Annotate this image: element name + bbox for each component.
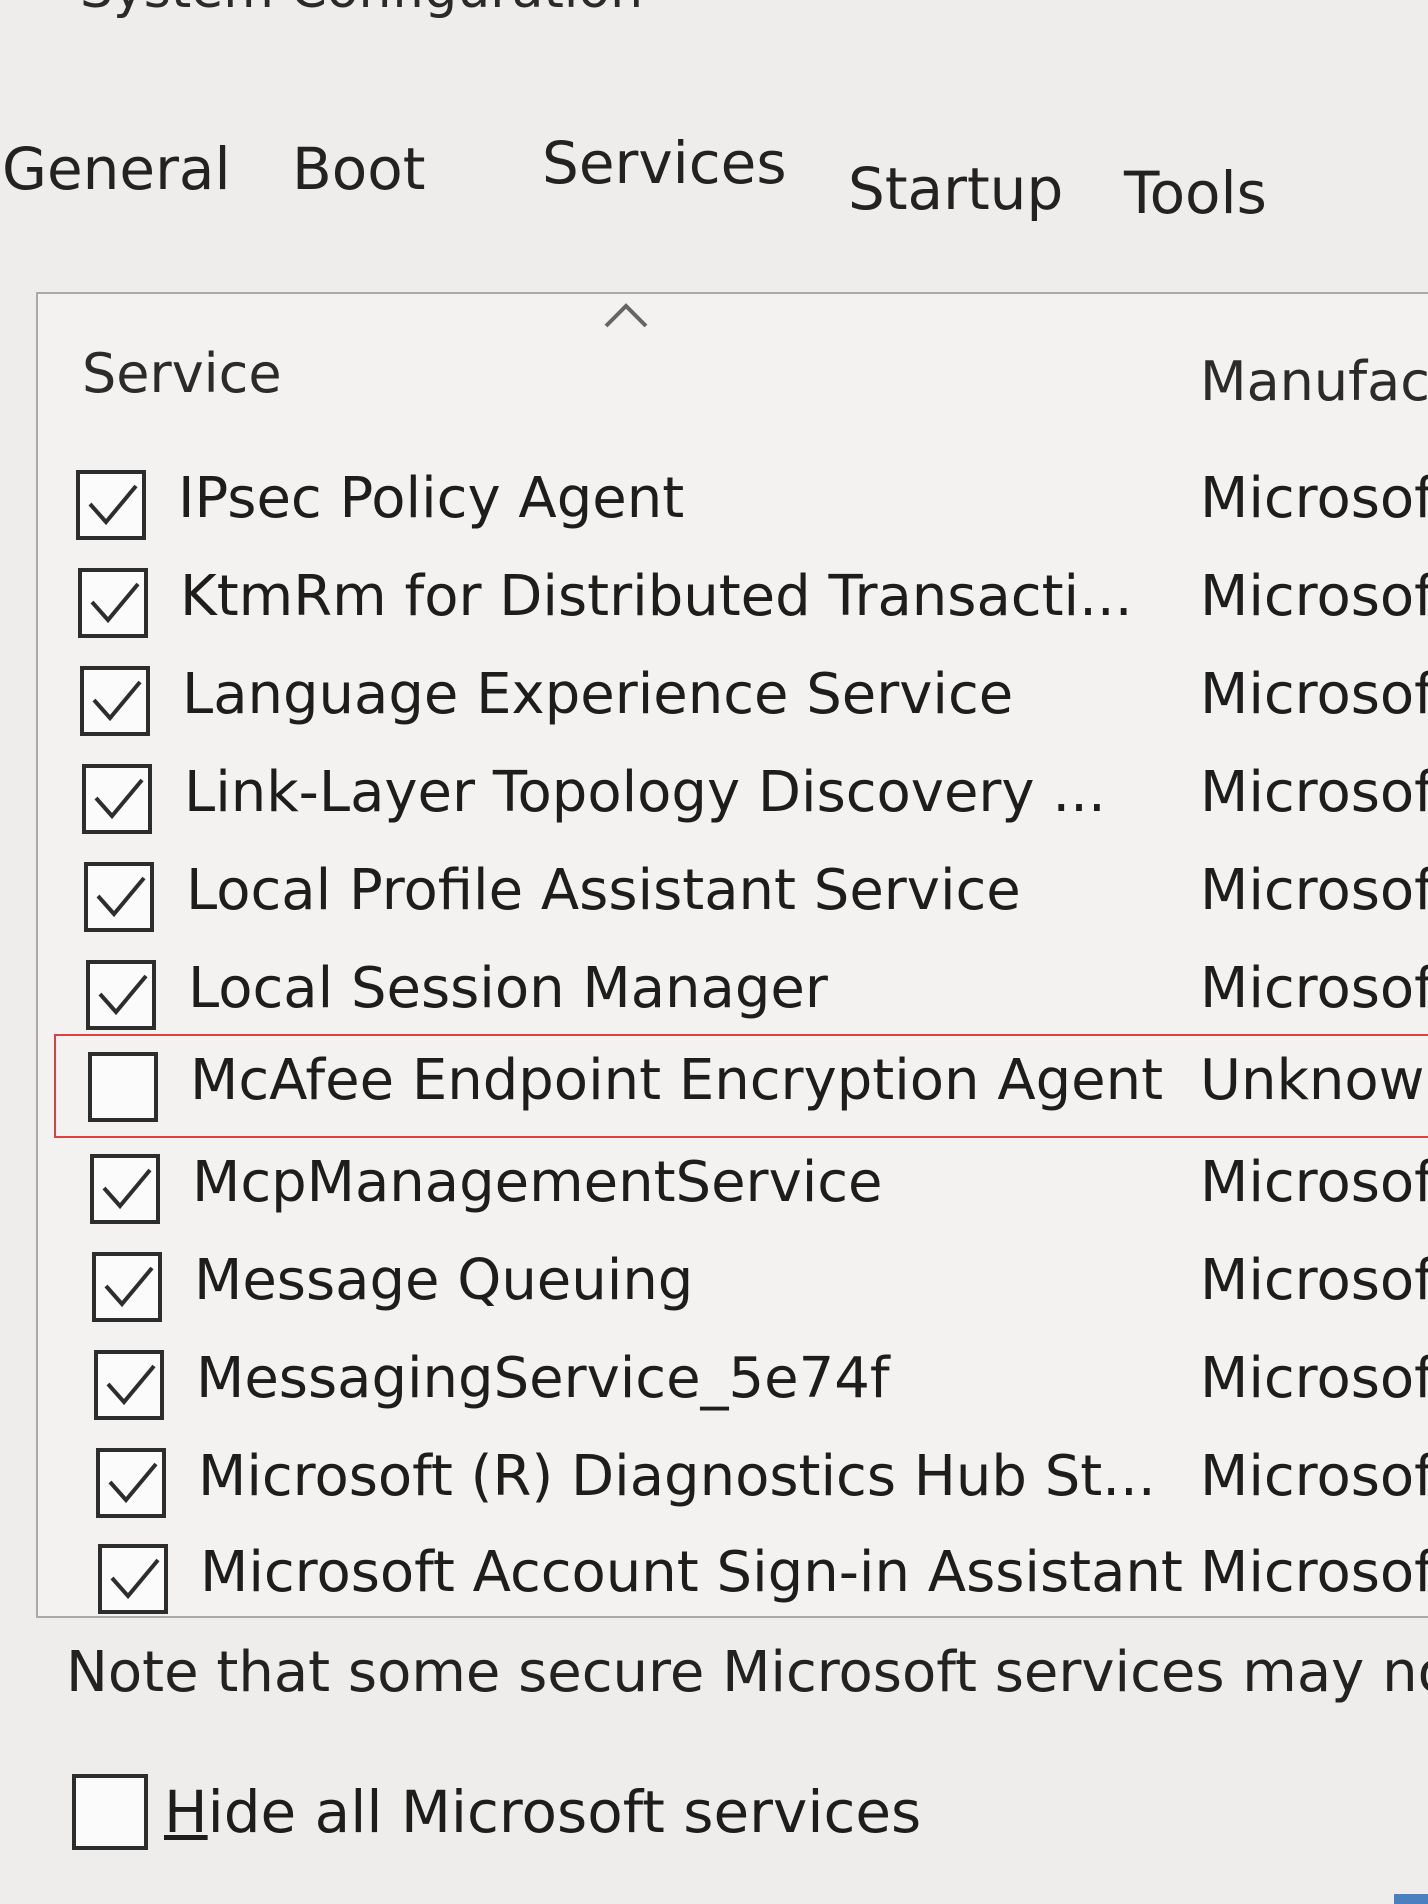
tab-tools[interactable]: Tools (1124, 164, 1267, 222)
tab-bar: General Boot Services Startup Tools (0, 134, 1428, 240)
hide-label-text: ide all Microsoft services (207, 1778, 922, 1846)
service-checkbox[interactable] (78, 568, 148, 638)
service-checkbox[interactable] (80, 666, 150, 736)
service-row-local-session[interactable]: Local Session Manager Microsof (38, 946, 1428, 1042)
service-name: Local Profile Assistant Service (186, 858, 1021, 923)
service-name: MessagingService_5e74f (196, 1346, 890, 1411)
hide-microsoft-services-label[interactable]: Hide all Microsoft services (164, 1778, 921, 1846)
service-checkbox[interactable] (86, 960, 156, 1030)
service-manufacturer: Microsof (1200, 662, 1428, 727)
service-name: KtmRm for Distributed Transacti... (180, 564, 1133, 629)
window-title-text: System Configuration (80, 0, 643, 18)
service-manufacturer: Microsof (1200, 466, 1428, 531)
service-checkbox[interactable] (92, 1252, 162, 1322)
service-row-mcafee[interactable]: McAfee Endpoint Encryption Agent Unknowr (38, 1038, 1428, 1134)
services-list[interactable]: Service Manufac IPsec Policy Agent Micro… (36, 292, 1428, 1618)
hide-microsoft-services[interactable]: Hide all Microsoft services (72, 1770, 972, 1860)
service-name: Microsoft (R) Diagnostics Hub St... (198, 1444, 1156, 1509)
service-manufacturer: Microsof (1200, 956, 1428, 1021)
checkmark-icon (106, 1364, 156, 1406)
secure-services-note: Note that some secure Microsoft services… (66, 1640, 1428, 1705)
checkmark-icon (98, 974, 148, 1016)
service-manufacturer: Microsof (1200, 1444, 1428, 1509)
tab-startup[interactable]: Startup (848, 160, 1063, 218)
checkmark-icon (110, 1558, 160, 1600)
service-manufacturer: Microsof (1200, 858, 1428, 923)
service-row-message-queuing[interactable]: Message Queuing Microsof (38, 1238, 1428, 1334)
service-row-language-experience[interactable]: Language Experience Service Microsof (38, 652, 1428, 748)
service-checkbox[interactable] (82, 764, 152, 834)
service-checkbox[interactable] (90, 1154, 160, 1224)
service-manufacturer: Microsof (1200, 1150, 1428, 1215)
service-manufacturer: Microsof (1200, 1540, 1428, 1605)
service-manufacturer: Microsof (1200, 564, 1428, 629)
service-name: Local Session Manager (188, 956, 828, 1021)
service-manufacturer: Microsof (1200, 760, 1428, 825)
service-row-ktmrm[interactable]: KtmRm for Distributed Transacti... Micro… (38, 554, 1428, 650)
service-checkbox[interactable] (96, 1448, 166, 1518)
service-checkbox[interactable] (98, 1544, 168, 1614)
column-header-manufacturer[interactable]: Manufac (1200, 350, 1428, 413)
column-header-service[interactable]: Service (82, 342, 282, 405)
access-key-letter: H (164, 1778, 208, 1846)
service-row-mcp-management[interactable]: McpManagementService Microsof (38, 1140, 1428, 1236)
service-name: IPsec Policy Agent (178, 466, 685, 531)
service-row-ipsec[interactable]: IPsec Policy Agent Microsof (38, 456, 1428, 552)
checkmark-icon (108, 1462, 158, 1504)
service-row-messaging-service[interactable]: MessagingService_5e74f Microsof (38, 1336, 1428, 1432)
service-row-diagnostics-hub[interactable]: Microsoft (R) Diagnostics Hub St... Micr… (38, 1434, 1428, 1530)
service-name: Language Experience Service (182, 662, 1014, 727)
checkmark-icon (90, 582, 140, 624)
checkmark-icon (96, 876, 146, 918)
service-row-account-sign-in[interactable]: Microsoft Account Sign-in Assistant Micr… (38, 1530, 1428, 1616)
service-row-local-profile[interactable]: Local Profile Assistant Service Microsof (38, 848, 1428, 944)
service-checkbox[interactable] (84, 862, 154, 932)
sort-ascending-icon (604, 303, 648, 328)
checkmark-icon (94, 778, 144, 820)
service-manufacturer: Unknowr (1200, 1048, 1428, 1113)
service-name: McAfee Endpoint Encryption Agent (190, 1048, 1164, 1113)
button-edge-accent (1394, 1894, 1428, 1904)
checkmark-icon (88, 484, 138, 526)
tab-boot[interactable]: Boot (292, 140, 426, 198)
service-row-link-layer[interactable]: Link-Layer Topology Discovery ... Micros… (38, 750, 1428, 846)
service-checkbox-unchecked[interactable] (88, 1052, 158, 1122)
tab-general[interactable]: General (2, 140, 231, 198)
checkmark-icon (92, 680, 142, 722)
service-checkbox[interactable] (94, 1350, 164, 1420)
service-manufacturer: Microsof (1200, 1346, 1428, 1411)
checkmark-icon (102, 1168, 152, 1210)
service-name: Link-Layer Topology Discovery ... (184, 760, 1106, 825)
hide-microsoft-services-checkbox[interactable] (72, 1774, 148, 1850)
window-title: System Configuration (0, 0, 1428, 18)
service-checkbox[interactable] (76, 470, 146, 540)
service-name: Message Queuing (194, 1248, 694, 1313)
service-name: McpManagementService (192, 1150, 883, 1215)
checkmark-icon (104, 1266, 154, 1308)
service-name: Microsoft Account Sign-in Assistant (200, 1540, 1183, 1605)
tab-services[interactable]: Services (542, 134, 787, 192)
service-manufacturer: Microsof (1200, 1248, 1428, 1313)
